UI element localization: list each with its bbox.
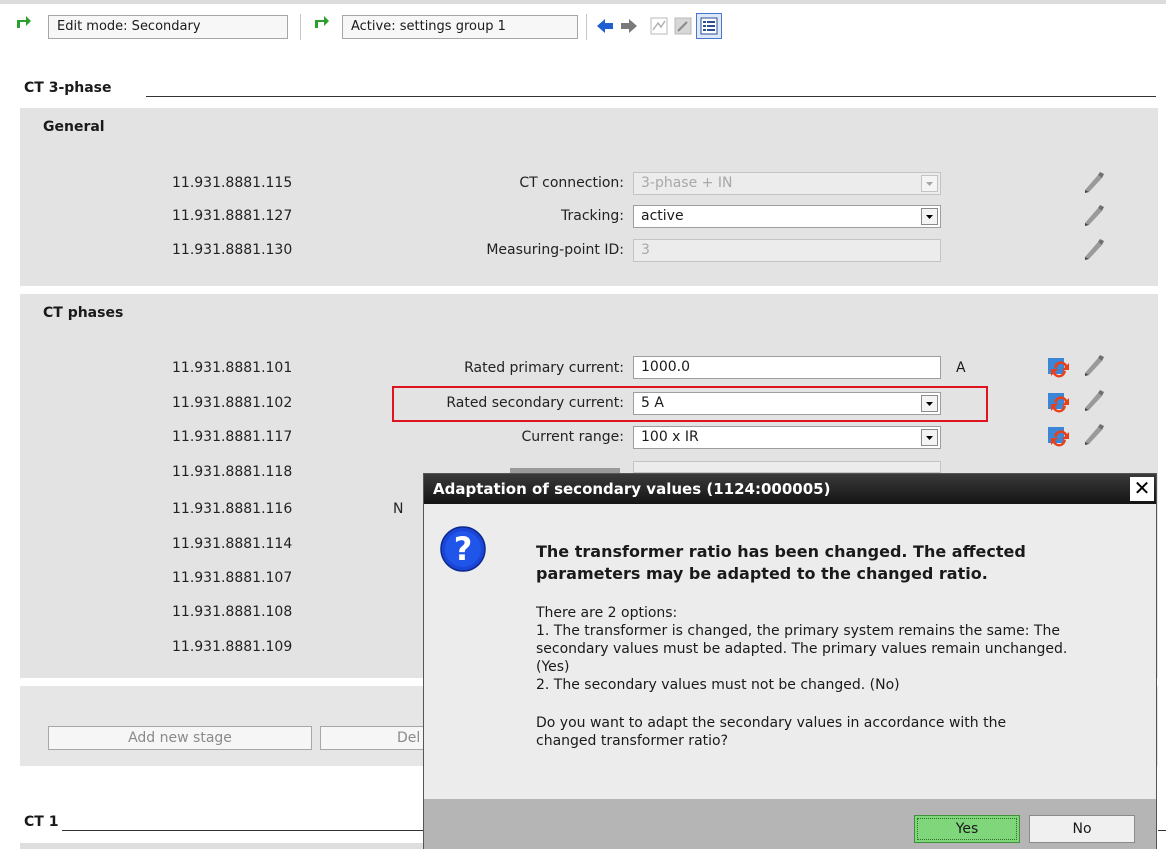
tracking-value: active (641, 208, 684, 224)
close-icon[interactable]: ✕ (1130, 477, 1154, 501)
ct-phases-heading: CT phases (43, 305, 124, 321)
parameter-id: 11.931.8881.116 (172, 501, 293, 517)
section-title-ct-3-phase: CT 3-phase (24, 80, 112, 96)
yes-button[interactable]: Yes (914, 815, 1020, 843)
dialog-text: changed transformer ratio? (536, 733, 729, 749)
svg-text:?: ? (454, 530, 473, 568)
adapt-value-icon[interactable] (1046, 424, 1070, 452)
edit-parameter-icon[interactable] (1082, 353, 1106, 381)
dialog-main-message-line1: The transformer ratio has been changed. … (536, 542, 1026, 561)
rated-secondary-current-label: Rated secondary current: (446, 395, 624, 411)
edit-mode-icon[interactable] (672, 15, 694, 37)
parameter-id: 11.931.8881.107 (172, 570, 293, 586)
obscured-field (633, 461, 941, 473)
no-button[interactable]: No (1029, 815, 1135, 843)
rated-secondary-current-value: 5 A (641, 395, 664, 411)
toolbar-separator (300, 14, 301, 40)
unit-label: A (956, 360, 966, 376)
edit-parameter-icon[interactable] (1082, 203, 1106, 231)
ct-connection-value: 3-phase + IN (641, 175, 733, 191)
parameter-id: 11.931.8881.127 (172, 208, 293, 224)
tracking-label: Tracking: (561, 208, 624, 224)
edit-parameter-icon[interactable] (1082, 388, 1106, 416)
top-border (0, 0, 1166, 4)
parameter-id: 11.931.8881.108 (172, 604, 293, 620)
forward-arrow-icon[interactable] (618, 15, 640, 37)
general-heading: General (43, 119, 105, 135)
dialog-main-message-line2: parameters may be adapted to the changed… (536, 564, 988, 583)
parameter-id: 11.931.8881.118 (172, 464, 293, 480)
dialog-title: Adaptation of secondary values (1124:000… (433, 480, 831, 498)
rated-secondary-current-select[interactable]: 5 A (633, 392, 941, 415)
rated-primary-current-field[interactable]: 1000.0 (633, 356, 941, 379)
list-view-icon[interactable] (696, 13, 722, 39)
parameter-id: 11.931.8881.117 (172, 429, 293, 445)
section-rule (146, 96, 1156, 97)
question-icon: ? (439, 525, 487, 577)
parameter-id: 11.931.8881.101 (172, 360, 293, 376)
section-title-ct-1: CT 1 (24, 814, 59, 830)
current-range-value: 100 x IR (641, 429, 699, 445)
dialog-text: 1. The transformer is changed, the prima… (536, 623, 1060, 639)
active-settings-group-field[interactable]: Active: settings group 1 (342, 15, 578, 39)
compare-icon[interactable] (648, 15, 670, 37)
chevron-down-icon (921, 208, 938, 225)
chevron-down-icon (921, 429, 938, 446)
parameter-id: 11.931.8881.114 (172, 536, 293, 552)
ct-1-panel-top (20, 843, 424, 849)
edit-parameter-icon[interactable] (1082, 422, 1106, 450)
dialog-text: secondary values must be adapted. The pr… (536, 641, 1068, 657)
parameter-id: 11.931.8881.130 (172, 242, 293, 258)
dialog-title-bar: Adaptation of secondary values (1124:000… (424, 474, 1156, 504)
edit-mode-field[interactable]: Edit mode: Secondary (48, 15, 288, 39)
chevron-down-icon (921, 175, 938, 192)
current-range-label: Current range: (521, 429, 624, 445)
adapt-value-icon[interactable] (1046, 355, 1070, 383)
section-rule (62, 830, 426, 831)
edit-parameter-icon[interactable] (1082, 170, 1106, 198)
dialog-text: There are 2 options: (536, 605, 678, 621)
general-panel (20, 108, 1158, 286)
adaptation-dialog: Adaptation of secondary values (1124:000… (423, 473, 1157, 849)
active-group-arrow-icon (312, 12, 330, 34)
delete-stage-button[interactable]: Del (320, 726, 430, 750)
parameter-id: 11.931.8881.109 (172, 639, 293, 655)
chevron-down-icon (921, 395, 938, 412)
edit-mode-arrow-icon (14, 12, 32, 34)
rated-primary-current-label: Rated primary current: (464, 360, 624, 376)
adapt-value-icon[interactable] (1046, 390, 1070, 418)
dialog-text: (Yes) (536, 659, 570, 675)
parameter-id: 11.931.8881.102 (172, 395, 293, 411)
toolbar-separator (586, 14, 587, 40)
tracking-select[interactable]: active (633, 205, 941, 228)
dialog-text: 2. The secondary values must not be chan… (536, 677, 900, 693)
parameter-id: 11.931.8881.115 (172, 175, 293, 191)
edit-parameter-icon[interactable] (1082, 237, 1106, 265)
obscured-label-fragment: N (393, 501, 404, 517)
measuring-point-id-label: Measuring-point ID: (486, 242, 624, 258)
measuring-point-id-field[interactable]: 3 (633, 239, 941, 262)
add-new-stage-button[interactable]: Add new stage (48, 726, 312, 750)
current-range-select[interactable]: 100 x IR (633, 426, 941, 449)
dialog-text: Do you want to adapt the secondary value… (536, 715, 1007, 731)
back-arrow-icon[interactable] (594, 15, 616, 37)
ct-connection-label: CT connection: (519, 175, 624, 191)
ct-connection-select[interactable]: 3-phase + IN (633, 172, 941, 195)
section-rule (1158, 830, 1166, 831)
